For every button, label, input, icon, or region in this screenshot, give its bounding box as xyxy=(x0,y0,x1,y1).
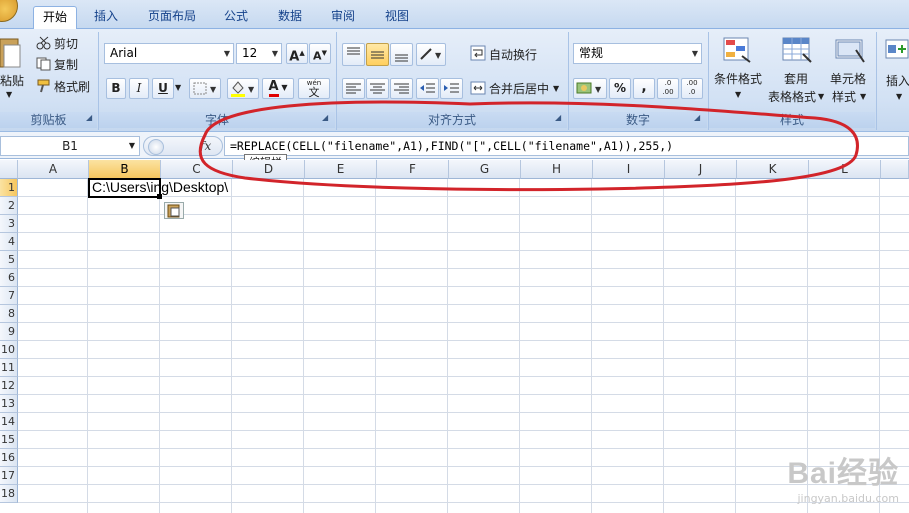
watermark-brand: Bai经验 xyxy=(787,457,899,490)
red-annotation-circle xyxy=(198,100,859,192)
baidu-watermark: Bai经验 jingyan.baidu.com xyxy=(787,448,899,505)
watermark-url: jingyan.baidu.com xyxy=(797,492,899,505)
